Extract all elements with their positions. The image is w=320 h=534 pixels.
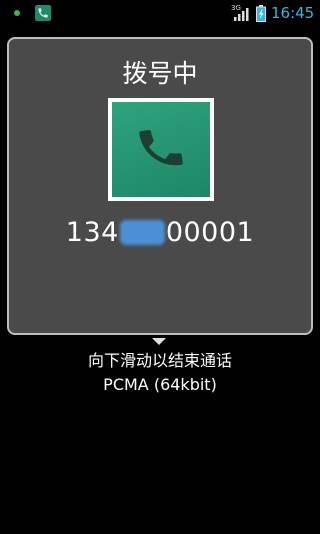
battery-icon xyxy=(256,5,266,22)
phone-number-prefix: 134 xyxy=(65,217,119,248)
phone-handset-icon xyxy=(139,130,183,166)
swipe-hint: 向下滑动以结束通话 xyxy=(87,351,232,370)
swipe-down-arrow-icon xyxy=(152,338,166,345)
redacted-digits xyxy=(119,220,165,245)
clock: 16:45 xyxy=(271,4,315,22)
notification-dot-icon xyxy=(14,10,20,16)
caller-photo xyxy=(108,98,214,201)
call-notification-icon xyxy=(35,5,51,21)
phone-number-suffix: 00001 xyxy=(165,217,255,248)
codec-label: PCMA (64kbit) xyxy=(103,375,217,394)
status-bar: 3G 16:45 xyxy=(0,0,320,27)
signal-icon xyxy=(234,8,249,21)
phone-number: 134 00001 xyxy=(9,215,311,251)
call-status-label: 拨号中 xyxy=(122,59,198,88)
call-card[interactable]: 拨号中 134 00001 xyxy=(7,37,313,335)
